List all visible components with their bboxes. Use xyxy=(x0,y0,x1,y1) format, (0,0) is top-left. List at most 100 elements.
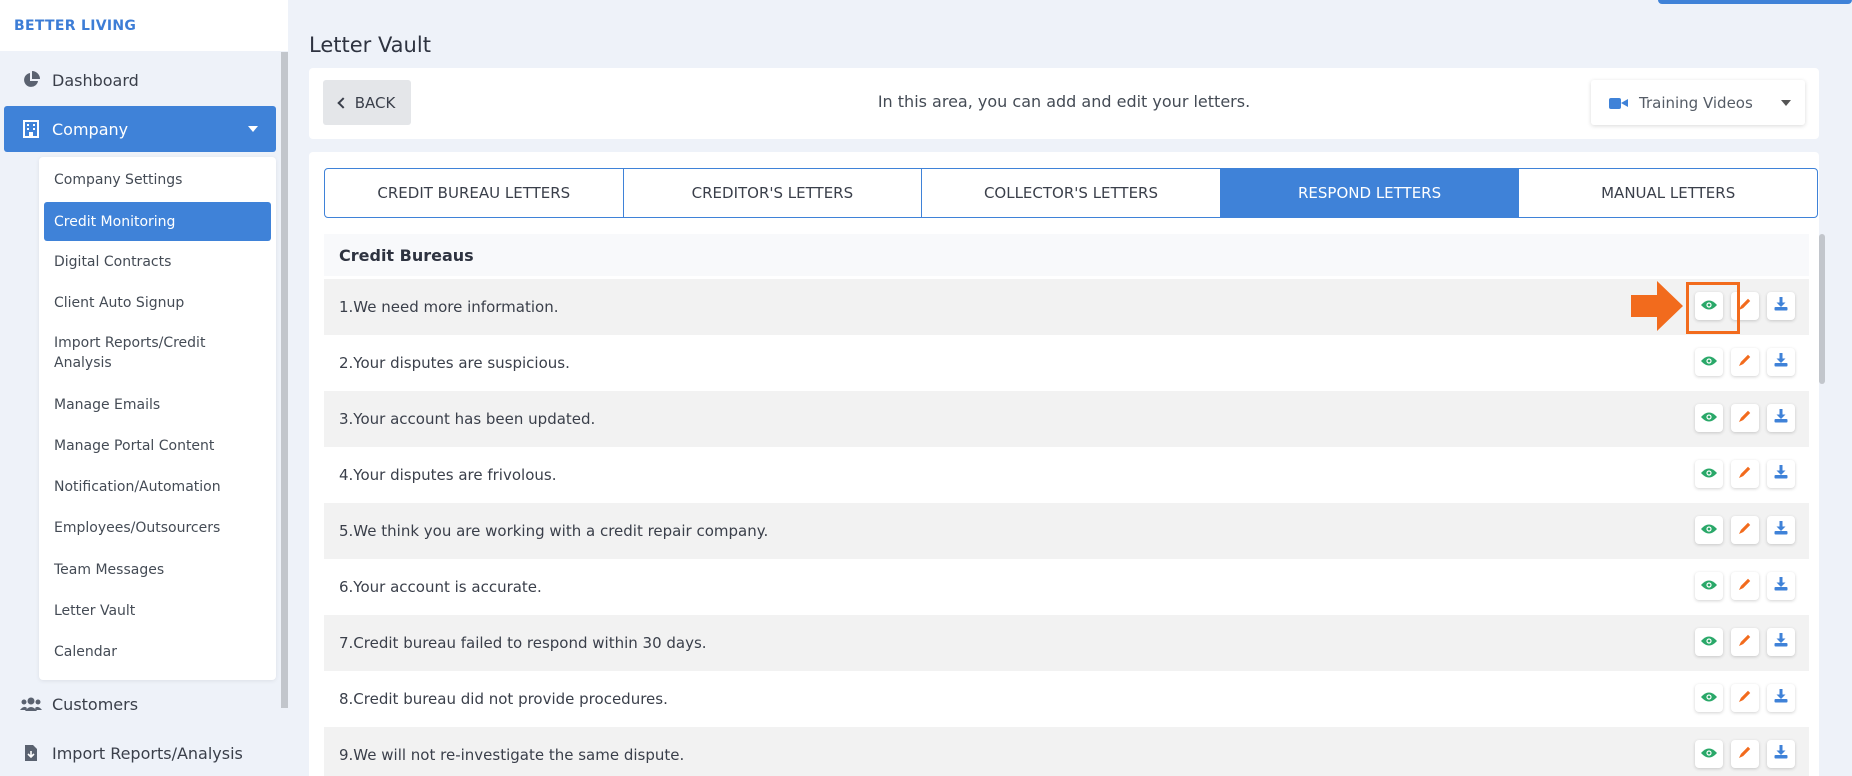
row-actions xyxy=(1695,460,1795,488)
submenu-item-manage-portal-content[interactable]: Manage Portal Content xyxy=(44,436,271,456)
pencil-icon xyxy=(1738,633,1752,651)
eye-icon xyxy=(1701,521,1717,539)
edit-button[interactable] xyxy=(1731,572,1759,600)
eye-icon xyxy=(1701,577,1717,595)
view-button[interactable] xyxy=(1695,516,1723,544)
download-button[interactable] xyxy=(1767,516,1795,544)
view-button[interactable] xyxy=(1695,740,1723,768)
pencil-icon xyxy=(1738,465,1752,483)
training-videos-label: Training Videos xyxy=(1639,93,1753,112)
download-icon xyxy=(1774,745,1788,763)
pencil-icon xyxy=(1738,689,1752,707)
edit-button[interactable] xyxy=(1731,460,1759,488)
sidebar-scrollbar[interactable] xyxy=(281,52,288,708)
view-button[interactable] xyxy=(1695,684,1723,712)
view-button[interactable] xyxy=(1695,348,1723,376)
sidebar-item-label: Dashboard xyxy=(52,70,139,90)
download-button[interactable] xyxy=(1767,572,1795,600)
submenu-item-manage-emails[interactable]: Manage Emails xyxy=(44,395,271,415)
pencil-icon xyxy=(1738,521,1752,539)
submenu-item-import-reports[interactable]: Import Reports/Credit Analysis xyxy=(44,333,244,373)
edit-button[interactable] xyxy=(1731,348,1759,376)
download-button[interactable] xyxy=(1767,404,1795,432)
submenu-item-calendar[interactable]: Calendar xyxy=(44,642,271,662)
sidebar-item-label: Import Reports/Analysis xyxy=(52,743,243,763)
tab-respond-letters[interactable]: RESPOND LETTERS xyxy=(1220,169,1520,217)
company-submenu: Company Settings Credit Monitoring Digit… xyxy=(39,157,276,680)
edit-button[interactable] xyxy=(1731,684,1759,712)
letter-title: 2.Your disputes are suspicious. xyxy=(339,354,570,372)
download-button[interactable] xyxy=(1767,460,1795,488)
submenu-item-digital-contracts[interactable]: Digital Contracts xyxy=(44,252,271,272)
download-icon xyxy=(1774,633,1788,651)
file-import-icon xyxy=(20,742,42,764)
letter-row: 8.Credit bureau did not provide procedur… xyxy=(324,671,1809,727)
top-accent-bar xyxy=(1658,0,1852,4)
edit-button[interactable] xyxy=(1731,740,1759,768)
training-videos-dropdown[interactable]: Training Videos xyxy=(1591,80,1805,125)
edit-button[interactable] xyxy=(1731,628,1759,656)
letter-row: 9.We will not re-investigate the same di… xyxy=(324,727,1809,776)
sidebar-item-dashboard[interactable]: Dashboard xyxy=(4,57,276,103)
letter-title: 9.We will not re-investigate the same di… xyxy=(339,746,685,764)
row-actions xyxy=(1695,404,1795,432)
letter-row: 3.Your account has been updated. xyxy=(324,391,1809,447)
sidebar-item-customers[interactable]: Customers xyxy=(4,681,276,727)
sidebar-item-import-reports[interactable]: Import Reports/Analysis xyxy=(4,730,276,776)
submenu-item-letter-vault[interactable]: Letter Vault xyxy=(44,601,271,621)
submenu-item-client-auto-signup[interactable]: Client Auto Signup xyxy=(44,293,271,313)
view-button[interactable] xyxy=(1695,404,1723,432)
edit-button[interactable] xyxy=(1731,516,1759,544)
list-scrollbar[interactable] xyxy=(1819,234,1825,384)
sidebar: BETTER LIVING Dashboard Company Company … xyxy=(0,0,288,776)
download-icon xyxy=(1774,353,1788,371)
eye-icon xyxy=(1701,689,1717,707)
eye-icon xyxy=(1701,745,1717,763)
view-button[interactable] xyxy=(1695,628,1723,656)
tab-collectors-letters[interactable]: COLLECTOR'S LETTERS xyxy=(922,169,1221,217)
header-card: BACK In this area, you can add and edit … xyxy=(309,68,1819,139)
download-icon xyxy=(1774,521,1788,539)
download-icon xyxy=(1774,577,1788,595)
letter-title: 6.Your account is accurate. xyxy=(339,578,542,596)
row-actions xyxy=(1695,684,1795,712)
download-button[interactable] xyxy=(1767,348,1795,376)
tab-credit-bureau-letters[interactable]: CREDIT BUREAU LETTERS xyxy=(325,169,624,217)
eye-icon xyxy=(1701,465,1717,483)
letter-title: 4.Your disputes are frivolous. xyxy=(339,466,557,484)
submenu-item-credit-monitoring[interactable]: Credit Monitoring xyxy=(44,202,271,241)
orange-arrow-annotation xyxy=(1631,281,1683,331)
row-actions xyxy=(1695,740,1795,768)
row-actions xyxy=(1695,516,1795,544)
edit-button[interactable] xyxy=(1731,404,1759,432)
row-actions xyxy=(1695,628,1795,656)
page-title: Letter Vault xyxy=(309,33,431,57)
letter-row: 2.Your disputes are suspicious. xyxy=(324,335,1809,391)
submenu-item-employees-outsourcers[interactable]: Employees/Outsourcers xyxy=(44,518,271,538)
submenu-item-team-messages[interactable]: Team Messages xyxy=(44,560,271,580)
brand-logo: BETTER LIVING xyxy=(0,0,288,51)
download-icon xyxy=(1774,689,1788,707)
download-icon xyxy=(1774,297,1788,315)
submenu-item-notification-automation[interactable]: Notification/Automation xyxy=(44,477,271,497)
caret-down-icon xyxy=(1781,100,1791,106)
letter-title: 8.Credit bureau did not provide procedur… xyxy=(339,690,668,708)
sidebar-item-label: Customers xyxy=(52,694,139,714)
pie-chart-icon xyxy=(20,69,42,91)
sidebar-item-company[interactable]: Company xyxy=(4,106,276,152)
section-title: Credit Bureaus xyxy=(324,234,1809,276)
download-button[interactable] xyxy=(1767,684,1795,712)
letter-row: 5.We think you are working with a credit… xyxy=(324,503,1809,559)
download-button[interactable] xyxy=(1767,292,1795,320)
pencil-icon xyxy=(1738,353,1752,371)
view-button[interactable] xyxy=(1695,572,1723,600)
content-card: CREDIT BUREAU LETTERS CREDITOR'S LETTERS… xyxy=(309,152,1825,776)
download-button[interactable] xyxy=(1767,628,1795,656)
view-button[interactable] xyxy=(1695,460,1723,488)
users-icon xyxy=(20,693,42,715)
eye-icon xyxy=(1701,633,1717,651)
submenu-item-company-settings[interactable]: Company Settings xyxy=(44,170,271,190)
tab-creditors-letters[interactable]: CREDITOR'S LETTERS xyxy=(624,169,923,217)
download-button[interactable] xyxy=(1767,740,1795,768)
tab-manual-letters[interactable]: MANUAL LETTERS xyxy=(1519,169,1817,217)
